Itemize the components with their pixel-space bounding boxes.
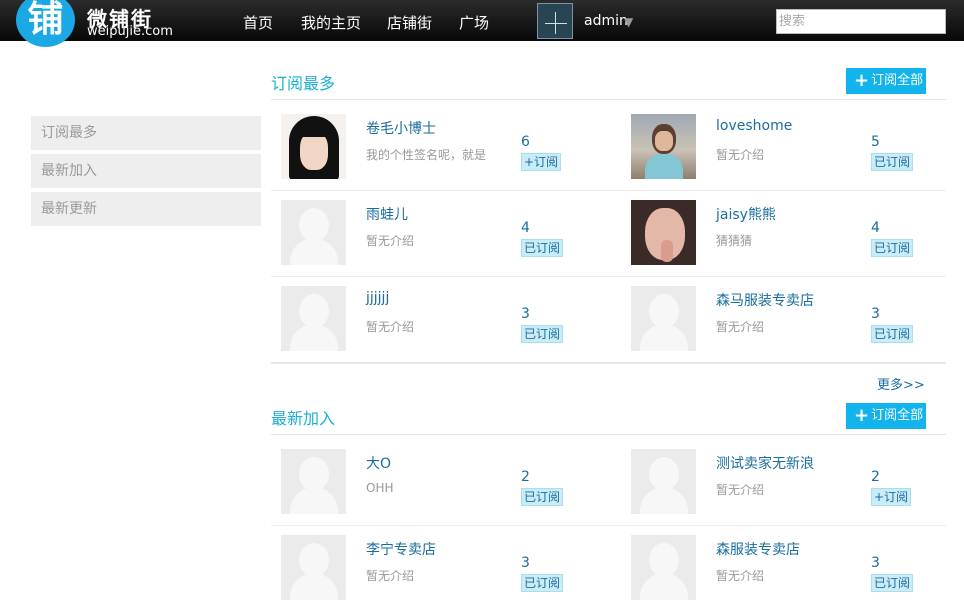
user-bio: OHH [366, 481, 394, 495]
user-name-link[interactable]: 大O [366, 453, 391, 473]
user-bio: 暂无介绍 [366, 320, 415, 334]
user-photo[interactable] [281, 114, 346, 179]
row-divider [271, 190, 946, 191]
user-card: jaisy熊熊猜猜猜 4 已订阅 [621, 190, 956, 276]
user-bio: 猜猜猜 [716, 234, 753, 248]
user-card: 卷毛小博士我的个性签名呢，就是 6 +订阅 [271, 104, 606, 190]
subscriber-count: 3 [521, 555, 530, 571]
user-bio: 暂无介绍 [716, 320, 765, 334]
subscribe-button[interactable]: 已订阅 [521, 325, 564, 343]
nav-shop-street[interactable]: 店铺街 [387, 12, 432, 33]
subscribe-button[interactable]: 已订阅 [871, 153, 914, 171]
subscriber-count: 4 [871, 220, 880, 236]
section-title-newest: 最新加入 [271, 409, 336, 428]
subscribe-all-button[interactable]: + 订阅全部 [846, 68, 926, 94]
section-divider [271, 99, 946, 100]
user-card: jjjjjj 暂无介绍 3 已订阅 [271, 276, 606, 362]
user-card: loveshome 暂无介绍 5 已订阅 [621, 104, 956, 190]
logo-domain: weipujie.com [87, 24, 173, 39]
user-photo[interactable] [631, 286, 696, 351]
search-input[interactable] [776, 9, 946, 34]
user-avatar[interactable] [537, 3, 573, 39]
subscriber-count: 3 [871, 306, 880, 322]
user-photo[interactable] [281, 200, 346, 265]
user-bio: 暂无介绍 [366, 234, 415, 248]
user-name-link[interactable]: 森马服装专卖店 [716, 290, 814, 310]
section-divider [271, 434, 946, 435]
subscribe-button[interactable]: 已订阅 [521, 239, 564, 257]
nav-my-page[interactable]: 我的主页 [301, 12, 361, 33]
user-bio: 暂无介绍 [716, 148, 765, 162]
username[interactable]: admin [584, 13, 628, 29]
sidebar-item-newest[interactable]: 最新加入 [31, 154, 261, 188]
user-photo[interactable] [631, 535, 696, 600]
subscribe-button[interactable]: 已订阅 [871, 325, 914, 343]
top-navbar: 铺 微铺街 weipujie.com 首页 我的主页 店铺街 广场 admin … [0, 0, 964, 47]
user-card: 雨蛙儿暂无介绍 4 已订阅 [271, 190, 606, 276]
plus-icon: + [854, 405, 870, 426]
user-name-link[interactable]: 雨蛙儿 [366, 204, 408, 224]
user-name-link[interactable]: 森服装专卖店 [716, 539, 800, 559]
more-link[interactable]: 更多>> [877, 374, 925, 393]
subscribe-button[interactable]: 已订阅 [871, 239, 914, 257]
user-name-link[interactable]: jjjjjj [366, 290, 389, 306]
nav-plaza[interactable]: 广场 [459, 12, 489, 33]
subscribe-button[interactable]: +订阅 [871, 488, 912, 506]
sidebar-item-recently-updated[interactable]: 最新更新 [31, 192, 261, 226]
sidebar-item-most-subscribed[interactable]: 订阅最多 [31, 116, 261, 150]
subscribe-all-button[interactable]: + 订阅全部 [846, 403, 926, 429]
subscriber-count: 4 [521, 220, 530, 236]
section-title-most-subscribed: 订阅最多 [271, 74, 336, 93]
subscriber-count: 3 [521, 306, 530, 322]
plus-icon: + [854, 70, 870, 91]
user-name-link[interactable]: 卷毛小博士 [366, 118, 436, 138]
user-card: 森服装专卖店暂无介绍 3 已订阅 [621, 525, 956, 611]
row-divider [271, 276, 946, 277]
user-card: 李宁专卖店暂无介绍 3 已订阅 [271, 525, 606, 611]
subscriber-count: 5 [871, 134, 880, 150]
row-divider [271, 525, 946, 526]
logo-icon[interactable]: 铺 [16, 0, 75, 47]
user-card: 森马服装专卖店暂无介绍 3 已订阅 [621, 276, 956, 362]
user-bio: 暂无介绍 [716, 569, 765, 583]
subscribe-button[interactable]: 已订阅 [521, 574, 564, 592]
subscribe-button[interactable]: 已订阅 [521, 488, 564, 506]
user-photo[interactable] [631, 200, 696, 265]
section-divider [271, 362, 946, 364]
user-bio: 暂无介绍 [716, 483, 765, 497]
subscriber-count: 2 [521, 469, 530, 485]
user-card: 测试卖家无新浪暂无介绍 2 +订阅 [621, 439, 956, 525]
user-photo[interactable] [631, 114, 696, 179]
subscriber-count: 6 [521, 134, 530, 150]
nav-home[interactable]: 首页 [243, 12, 273, 33]
user-photo[interactable] [631, 449, 696, 514]
chevron-down-icon[interactable]: ▼ [624, 15, 633, 29]
user-bio: 我的个性签名呢，就是 [366, 148, 487, 162]
user-card: 大O OHH 2 已订阅 [271, 439, 606, 525]
subscribe-button[interactable]: 已订阅 [871, 574, 914, 592]
subscriber-count: 3 [871, 555, 880, 571]
subscriber-count: 2 [871, 469, 880, 485]
user-photo[interactable] [281, 449, 346, 514]
user-photo[interactable] [281, 286, 346, 351]
user-name-link[interactable]: jaisy熊熊 [716, 204, 776, 224]
user-bio: 暂无介绍 [366, 569, 415, 583]
user-name-link[interactable]: loveshome [716, 118, 792, 134]
user-name-link[interactable]: 李宁专卖店 [366, 539, 436, 559]
user-name-link[interactable]: 测试卖家无新浪 [716, 453, 814, 473]
user-photo[interactable] [281, 535, 346, 600]
subscribe-button[interactable]: +订阅 [521, 153, 562, 171]
